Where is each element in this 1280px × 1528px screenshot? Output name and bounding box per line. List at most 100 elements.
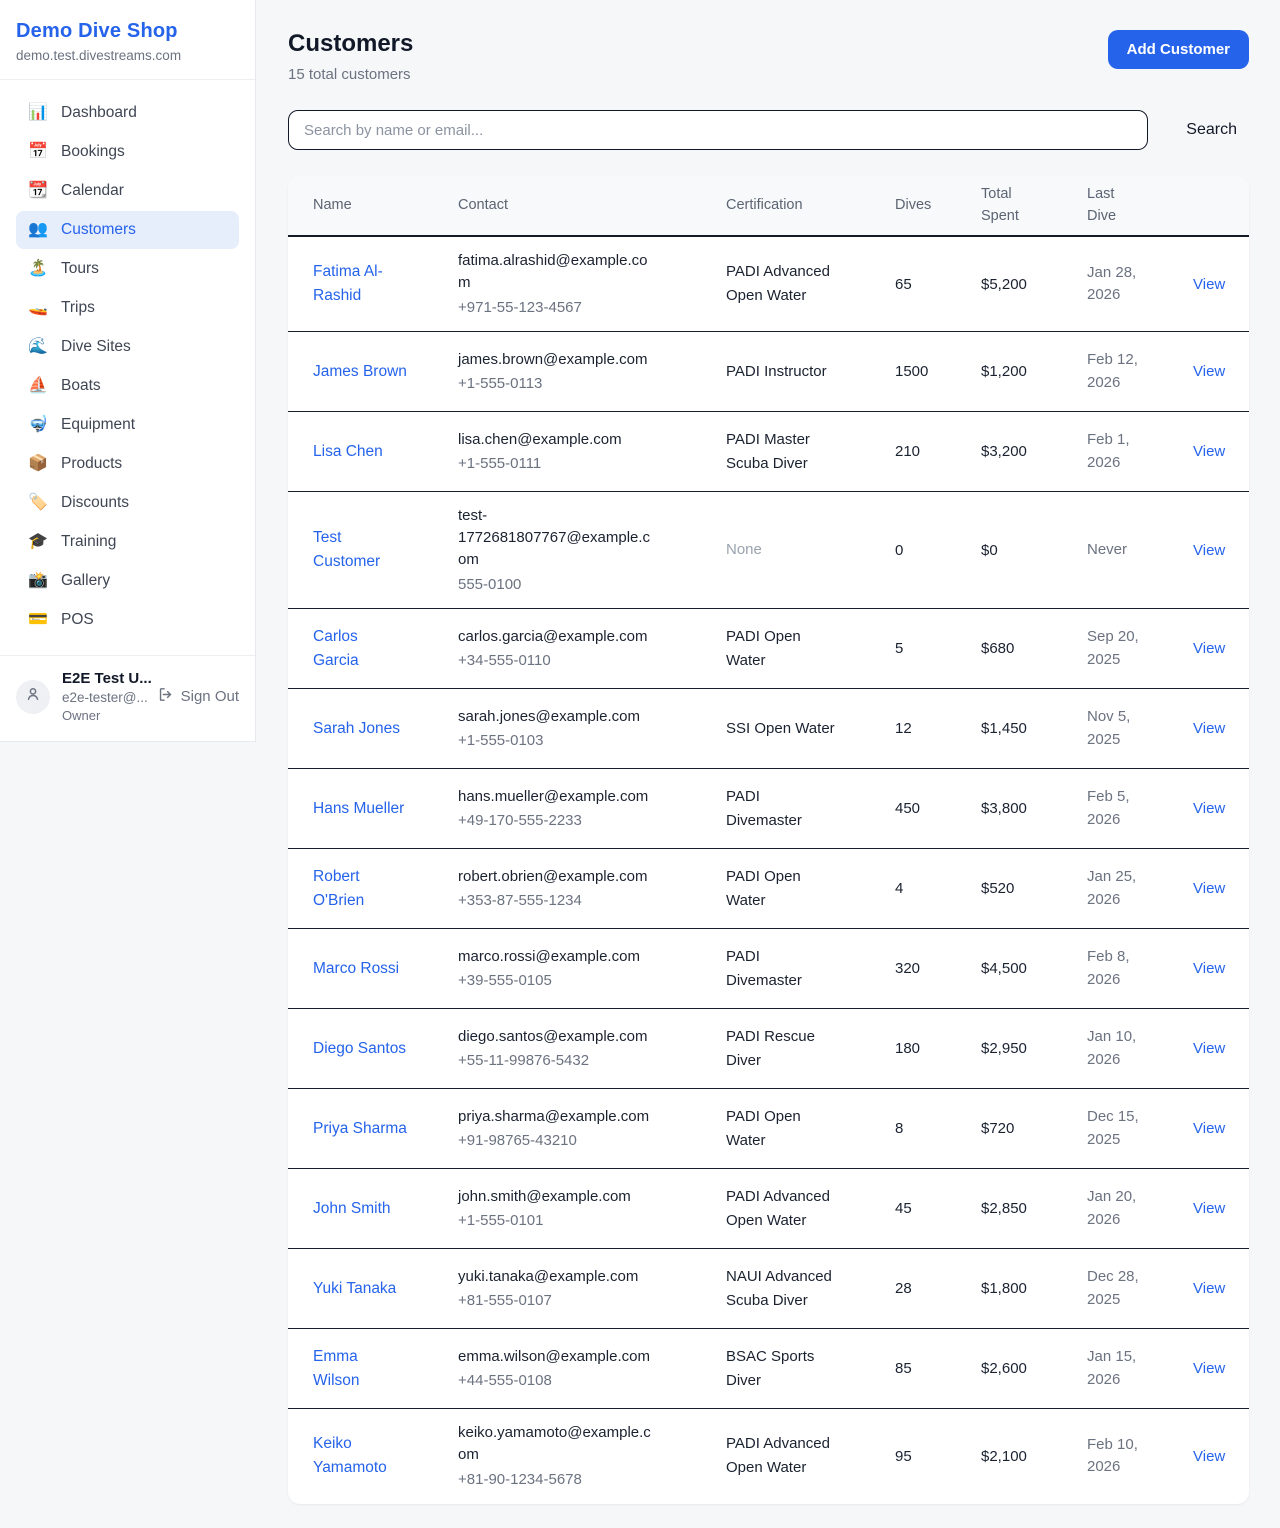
customer-name-link[interactable]: Emma Wilson (313, 1345, 407, 1393)
shop-header: Demo Dive Shop demo.test.divestreams.com (0, 0, 255, 79)
view-customer-link[interactable]: View (1193, 640, 1225, 657)
customer-total-spent: $2,600 (981, 1360, 1087, 1377)
view-customer-link[interactable]: View (1193, 1120, 1225, 1137)
customer-dives: 12 (895, 720, 981, 737)
customer-name-link[interactable]: John Smith (313, 1197, 391, 1221)
column-header: Name (313, 195, 458, 216)
customer-name-link[interactable]: Lisa Chen (313, 440, 383, 464)
customer-last-dive: Jan 20, 2026 (1087, 1186, 1161, 1231)
table-body: Fatima Al-Rashid fatima.alrashid@example… (288, 237, 1249, 1504)
customer-certification: PADI Rescue Diver (726, 1025, 850, 1073)
discounts-icon: 🏷️ (28, 495, 48, 511)
customer-last-dive: Dec 15, 2025 (1087, 1106, 1161, 1151)
view-customer-link[interactable]: View (1193, 880, 1225, 897)
customer-dives: 45 (895, 1200, 981, 1217)
calendar-icon: 📆 (28, 183, 48, 199)
sidebar: Demo Dive Shop demo.test.divestreams.com… (0, 0, 256, 742)
table-row: James Brown james.brown@example.com +1-5… (288, 332, 1249, 412)
sidebar-item-boats[interactable]: ⛵ Boats (16, 367, 239, 405)
sidebar-item-gallery[interactable]: 📸 Gallery (16, 562, 239, 600)
sidebar-item-discounts[interactable]: 🏷️ Discounts (16, 484, 239, 522)
customer-dives: 85 (895, 1360, 981, 1377)
search-input[interactable] (288, 110, 1148, 150)
customer-certification: PADI Advanced Open Water (726, 1432, 850, 1480)
shop-domain: demo.test.divestreams.com (16, 48, 239, 63)
sign-out-button[interactable]: Sign Out (157, 686, 239, 707)
sign-out-label: Sign Out (181, 688, 239, 705)
view-customer-link[interactable]: View (1193, 1448, 1225, 1465)
customer-name-link[interactable]: Priya Sharma (313, 1117, 407, 1141)
view-customer-link[interactable]: View (1193, 276, 1225, 293)
customer-dives: 8 (895, 1120, 981, 1137)
view-customer-link[interactable]: View (1193, 720, 1225, 737)
customer-last-dive: Feb 5, 2026 (1087, 786, 1161, 831)
sidebar-item-customers[interactable]: 👥 Customers (16, 211, 239, 249)
sidebar-item-training[interactable]: 🎓 Training (16, 523, 239, 561)
customer-email: carlos.garcia@example.com (458, 626, 651, 648)
customer-name-link[interactable]: Sarah Jones (313, 717, 400, 741)
add-customer-button[interactable]: Add Customer (1108, 30, 1249, 69)
sidebar-item-label: Tours (61, 260, 99, 278)
customer-total-spent: $3,200 (981, 443, 1087, 460)
sidebar-item-calendar[interactable]: 📆 Calendar (16, 172, 239, 210)
training-icon: 🎓 (28, 534, 48, 550)
sidebar-item-pos[interactable]: 💳 POS (16, 601, 239, 639)
customer-last-dive: Dec 28, 2025 (1087, 1266, 1161, 1311)
customer-name-link[interactable]: Test Customer (313, 526, 407, 574)
customer-total-spent: $520 (981, 880, 1087, 897)
customer-name-link[interactable]: James Brown (313, 360, 407, 384)
customer-phone: +1-555-0103 (458, 730, 651, 752)
sidebar-item-products[interactable]: 📦 Products (16, 445, 239, 483)
page-header: Customers 15 total customers Add Custome… (288, 30, 1249, 83)
dashboard-icon: 📊 (28, 105, 48, 121)
customer-total-spent: $3,800 (981, 800, 1087, 817)
table-row: Diego Santos diego.santos@example.com +5… (288, 1009, 1249, 1089)
customer-total-spent: $2,950 (981, 1040, 1087, 1057)
view-customer-link[interactable]: View (1193, 1360, 1225, 1377)
view-customer-link[interactable]: View (1193, 1280, 1225, 1297)
shop-name: Demo Dive Shop (16, 20, 239, 43)
sidebar-item-bookings[interactable]: 📅 Bookings (16, 133, 239, 171)
view-customer-link[interactable]: View (1193, 1040, 1225, 1057)
page-header-text: Customers 15 total customers (288, 30, 413, 83)
customer-email: priya.sharma@example.com (458, 1106, 651, 1128)
view-customer-link[interactable]: View (1193, 363, 1225, 380)
customer-name-link[interactable]: Robert O'Brien (313, 865, 407, 913)
customer-dives: 180 (895, 1040, 981, 1057)
sidebar-item-label: Discounts (61, 494, 129, 512)
view-customer-link[interactable]: View (1193, 542, 1225, 559)
customer-dives: 28 (895, 1280, 981, 1297)
customer-phone: +1-555-0111 (458, 453, 651, 475)
user-role: Owner (62, 708, 145, 723)
view-customer-link[interactable]: View (1193, 960, 1225, 977)
view-customer-link[interactable]: View (1193, 443, 1225, 460)
customer-name-link[interactable]: Carlos Garcia (313, 625, 407, 673)
customer-total-spent: $720 (981, 1120, 1087, 1137)
sidebar-item-dashboard[interactable]: 📊 Dashboard (16, 94, 239, 132)
search-button[interactable]: Search (1174, 115, 1249, 145)
customer-certification: PADI Advanced Open Water (726, 260, 850, 308)
view-customer-link[interactable]: View (1193, 1200, 1225, 1217)
customer-phone: +55-11-99876-5432 (458, 1050, 651, 1072)
sidebar-item-trips[interactable]: 🚤 Trips (16, 289, 239, 327)
page-subtitle: 15 total customers (288, 66, 413, 83)
customer-total-spent: $4,500 (981, 960, 1087, 977)
customer-name-link[interactable]: Keiko Yamamoto (313, 1432, 407, 1480)
sign-out-icon (157, 686, 174, 707)
customer-name-link[interactable]: Diego Santos (313, 1037, 406, 1061)
customer-name-link[interactable]: Yuki Tanaka (313, 1277, 396, 1301)
sidebar-item-equipment[interactable]: 🤿 Equipment (16, 406, 239, 444)
customer-name-link[interactable]: Marco Rossi (313, 957, 399, 981)
customer-last-dive: Feb 10, 2026 (1087, 1434, 1161, 1479)
customer-phone: +91-98765-43210 (458, 1130, 651, 1152)
customer-name-link[interactable]: Fatima Al-Rashid (313, 260, 407, 308)
sidebar-item-dive-sites[interactable]: 🌊 Dive Sites (16, 328, 239, 366)
customer-phone: +353-87-555-1234 (458, 890, 651, 912)
sidebar-item-tours[interactable]: 🏝️ Tours (16, 250, 239, 288)
customer-dives: 65 (895, 276, 981, 293)
customer-name-link[interactable]: Hans Mueller (313, 797, 404, 821)
view-customer-link[interactable]: View (1193, 800, 1225, 817)
customer-last-dive: Jan 28, 2026 (1087, 262, 1161, 307)
customer-last-dive: Feb 1, 2026 (1087, 429, 1161, 474)
customer-total-spent: $5,200 (981, 276, 1087, 293)
